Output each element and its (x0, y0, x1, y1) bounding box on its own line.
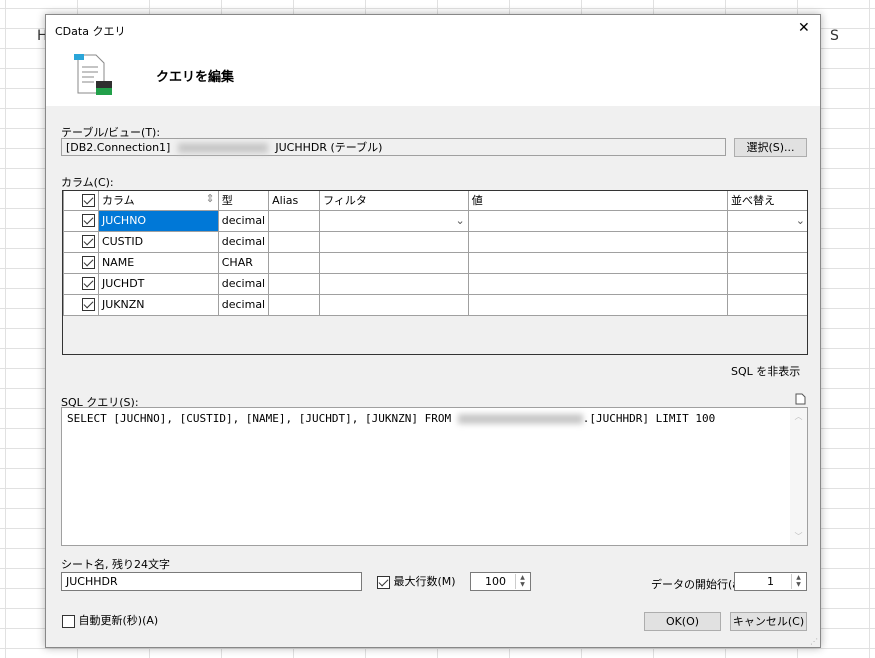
sheet-name-label: シート名, 残り24文字 (61, 558, 170, 571)
row-checkbox[interactable] (81, 298, 95, 312)
header-sort[interactable]: 並べ替え (727, 191, 807, 211)
redacted-schema (177, 143, 268, 153)
start-row-label: データの開始行(a): (651, 578, 748, 591)
table-prefix: [DB2.Connection1] (66, 141, 171, 154)
filter-cell[interactable] (319, 293, 469, 316)
close-button[interactable]: ✕ (798, 20, 810, 36)
filter-cell[interactable] (319, 230, 469, 253)
spinner-arrows-icon[interactable]: ▲ ▼ (791, 574, 805, 589)
row-checkbox[interactable] (81, 235, 95, 249)
column-header-s: S (830, 28, 839, 44)
column-name[interactable]: CUSTID (97, 230, 219, 253)
header-column[interactable]: カラム ⇕ (97, 191, 219, 211)
table-row: JUCHNO decimal ⌄ ⌄ (63, 209, 807, 232)
sort-cell[interactable] (727, 251, 807, 274)
table-row: JUKNZN decimal (63, 293, 807, 316)
table-row: JUCHDT decimal (63, 272, 807, 295)
copy-document-icon[interactable] (795, 393, 806, 405)
sheet-name-input[interactable]: JUCHHDR (61, 572, 362, 591)
sort-cell[interactable] (727, 230, 807, 253)
sql-text-prefix: SELECT [JUCHNO], [CUSTID], [NAME], [JUCH… (67, 412, 458, 425)
value-cell[interactable] (467, 209, 729, 232)
column-name[interactable]: JUCHDT (97, 272, 219, 295)
column-name[interactable]: NAME (97, 251, 219, 274)
select-all-checkbox[interactable] (81, 194, 95, 207)
title-bar: CData クエリ ✕ (46, 15, 820, 45)
max-rows-spinner[interactable]: 100 ▲ ▼ (470, 572, 531, 591)
ok-button[interactable]: OK(O) (644, 612, 721, 631)
alias-cell[interactable] (268, 251, 321, 274)
value-cell[interactable] (467, 230, 729, 253)
column-type: decimal (217, 272, 270, 295)
cancel-button[interactable]: キャンセル(C) (730, 612, 807, 631)
spinner-arrows-icon[interactable]: ▲ ▼ (515, 574, 529, 589)
resize-grip-icon[interactable]: ⋰ (810, 637, 818, 646)
column-type: CHAR (217, 251, 270, 274)
header-filter[interactable]: フィルタ (319, 191, 469, 211)
auto-refresh-checkbox[interactable]: 自動更新(秒)(A) (62, 612, 158, 628)
row-checkbox[interactable] (81, 214, 95, 228)
table-suffix: JUCHHDR (テーブル) (275, 141, 383, 154)
row-checkbox[interactable] (81, 256, 95, 270)
sort-cell[interactable] (727, 293, 807, 316)
filter-cell[interactable] (319, 272, 469, 295)
column-name[interactable]: JUCHNO (97, 209, 219, 232)
column-type: decimal (217, 293, 270, 316)
table-row: NAME CHAR (63, 251, 807, 274)
column-name[interactable]: JUKNZN (97, 293, 219, 316)
value-cell[interactable] (467, 251, 729, 274)
alias-cell[interactable] (268, 209, 321, 232)
dialog-title: CData クエリ (55, 25, 126, 38)
value-cell[interactable] (467, 272, 729, 295)
header-type[interactable]: 型 (217, 191, 270, 211)
header-value[interactable]: 値 (467, 191, 729, 211)
redacted-schema (457, 414, 583, 424)
dialog-header: クエリを編集 (46, 45, 820, 106)
column-type: decimal (217, 230, 270, 253)
row-checkbox[interactable] (81, 277, 95, 291)
start-row-spinner[interactable]: 1 ▲ ▼ (734, 572, 807, 591)
header-alias[interactable]: Alias (268, 191, 321, 211)
query-document-icon (74, 54, 112, 95)
max-rows-label: 最大行数(M) (393, 575, 456, 588)
columns-label: カラム(C): (61, 176, 114, 189)
hide-sql-link[interactable]: SQL を非表示 (731, 363, 800, 379)
sort-dropdown[interactable]: ⌄ (727, 209, 807, 232)
alias-cell[interactable] (268, 272, 321, 295)
alias-cell[interactable] (268, 293, 321, 316)
select-button[interactable]: 選択(S)... (734, 138, 807, 157)
filter-cell[interactable] (319, 251, 469, 274)
column-type: decimal (217, 209, 270, 232)
cdata-query-dialog: CData クエリ ✕ クエリを編集 テーブル/ビュー(T): [DB2.Con… (45, 14, 821, 648)
auto-refresh-label: 自動更新(秒)(A) (78, 614, 159, 627)
sql-scrollbar[interactable]: ︿ ﹀ (790, 408, 807, 545)
grid-header-row: カラム ⇕ 型 Alias フィルタ 値 並べ替え (63, 191, 807, 211)
columns-grid: カラム ⇕ 型 Alias フィルタ 値 並べ替え JUCHNO decimal … (62, 190, 808, 355)
sort-cell[interactable] (727, 272, 807, 295)
table-view-field: [DB2.Connection1] JUCHHDR (テーブル) (61, 138, 726, 156)
table-row: CUSTID decimal (63, 230, 807, 253)
filter-dropdown[interactable]: ⌄ (319, 209, 469, 232)
value-cell[interactable] (467, 293, 729, 316)
max-rows-checkbox[interactable]: 最大行数(M) (377, 573, 456, 589)
sql-query-textarea[interactable]: SELECT [JUCHNO], [CUSTID], [NAME], [JUCH… (61, 407, 808, 546)
sql-text-suffix: .[JUCHHDR] LIMIT 100 (582, 412, 716, 425)
alias-cell[interactable] (268, 230, 321, 253)
dialog-heading: クエリを編集 (156, 70, 235, 85)
